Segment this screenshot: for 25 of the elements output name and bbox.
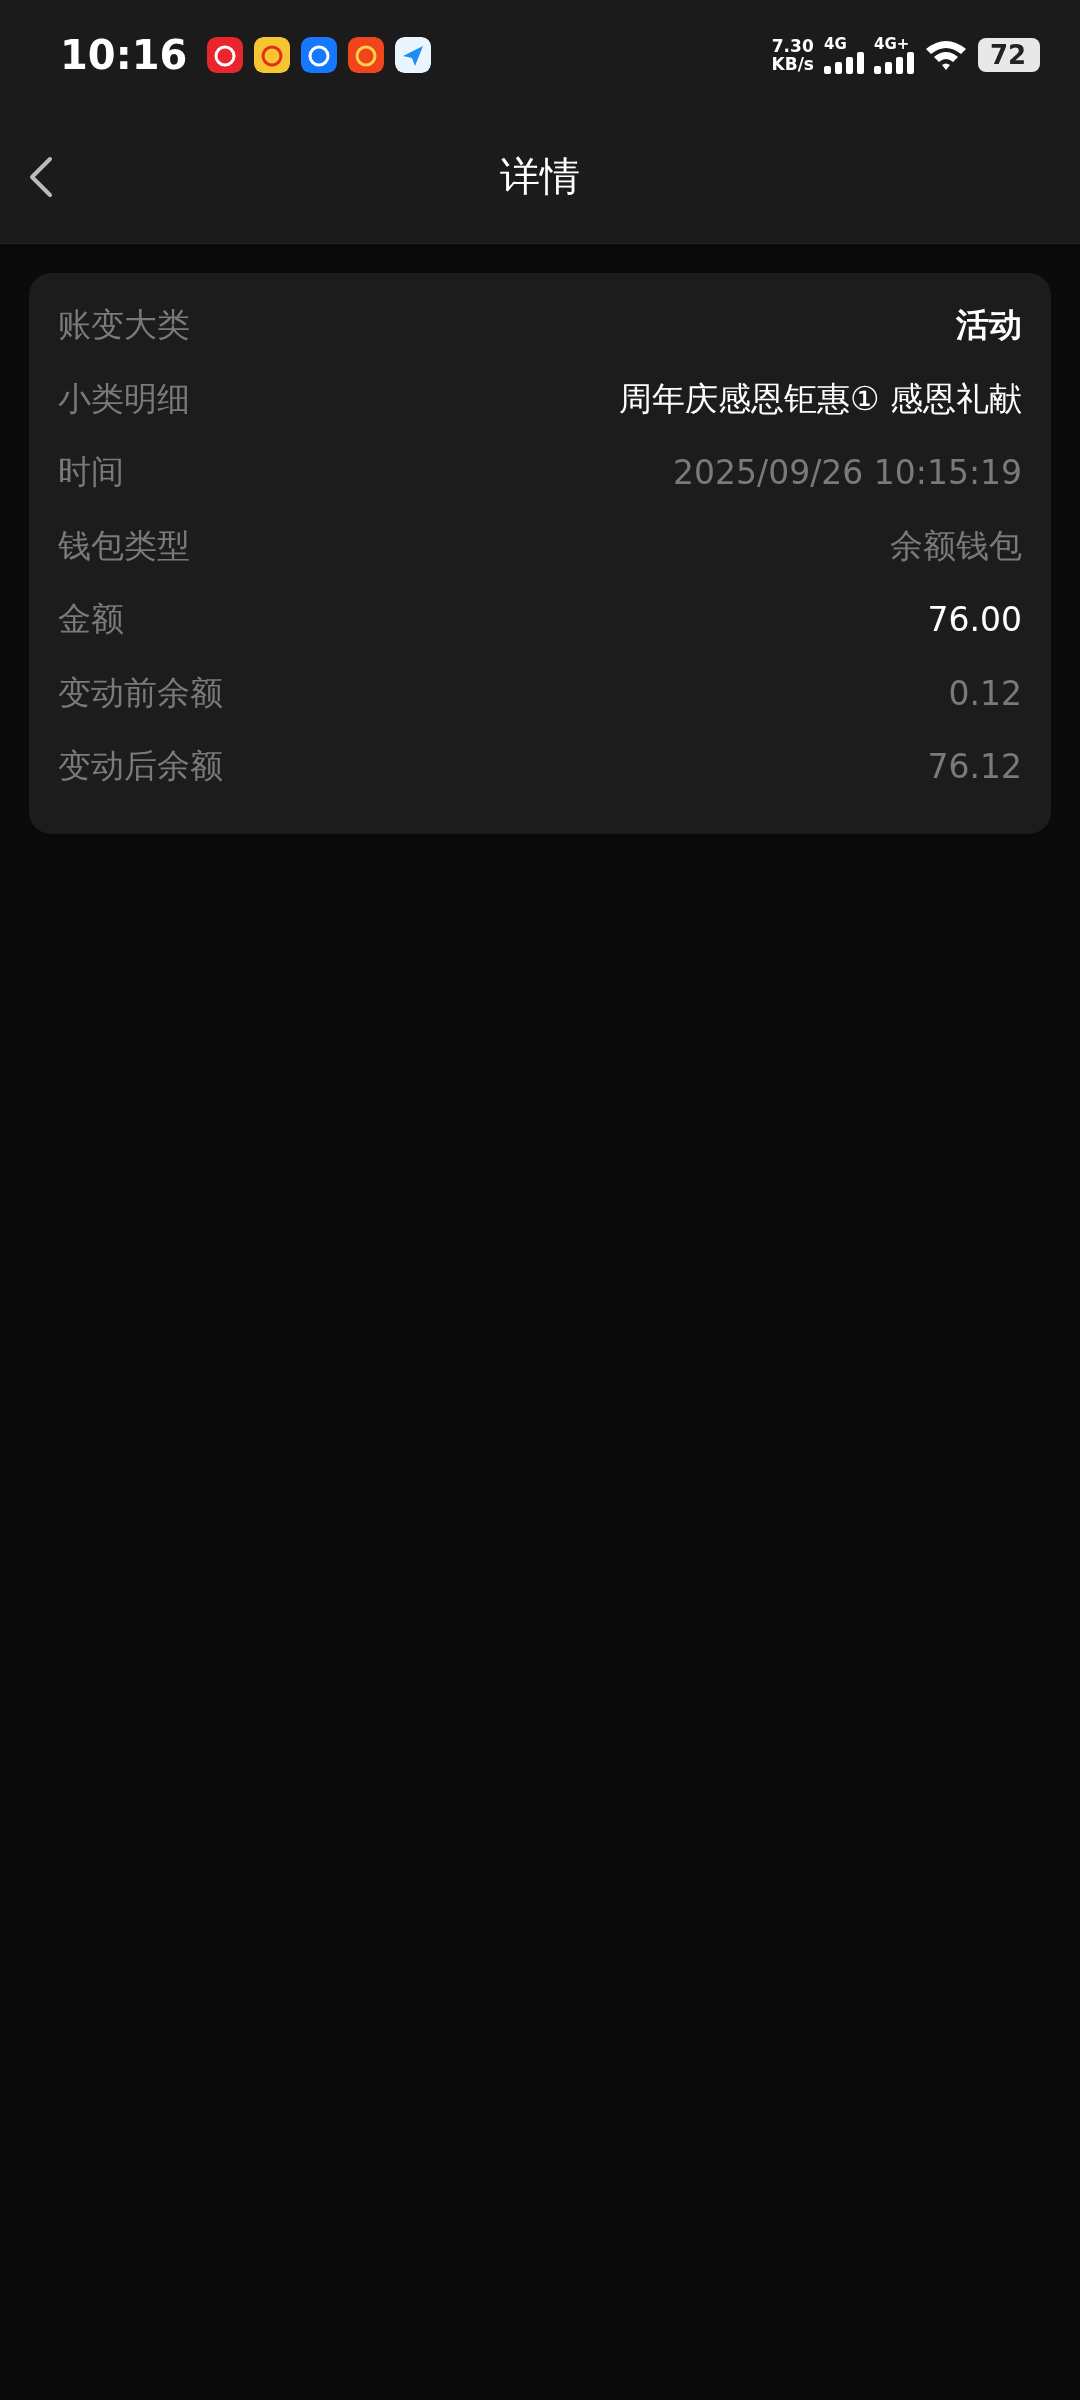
- detail-label: 变动后余额: [58, 745, 223, 788]
- detail-value: 76.00: [927, 600, 1022, 640]
- speed-unit: KB/s: [771, 55, 814, 73]
- battery-level: 72: [990, 40, 1027, 70]
- detail-value: 0.12: [948, 673, 1022, 713]
- detail-value: 余额钱包: [890, 524, 1022, 567]
- detail-label: 变动前余额: [58, 671, 223, 714]
- page-title: 详情: [500, 152, 580, 201]
- paper-plane-app-icon: [395, 37, 432, 73]
- detail-value: 周年庆感恩钜惠① 感恩礼献: [618, 377, 1022, 420]
- detail-value: 76.12: [927, 747, 1022, 787]
- detail-value: 2025/09/26 10:15:19: [673, 453, 1022, 493]
- detail-label: 时间: [58, 451, 124, 494]
- app-icon: [207, 37, 244, 73]
- speed-value: 7.30: [771, 37, 814, 55]
- signal-icon: [874, 51, 914, 74]
- detail-value: 活动: [956, 304, 1022, 347]
- detail-label: 账变大类: [58, 304, 190, 347]
- status-time: 10:16: [60, 32, 188, 78]
- signal-icon: [824, 51, 864, 74]
- network-label: 4G+: [874, 36, 910, 52]
- detail-label: 钱包类型: [58, 524, 190, 567]
- detail-label: 小类明细: [58, 377, 190, 420]
- network-label: 4G: [824, 36, 847, 52]
- detail-label: 金额: [58, 598, 124, 641]
